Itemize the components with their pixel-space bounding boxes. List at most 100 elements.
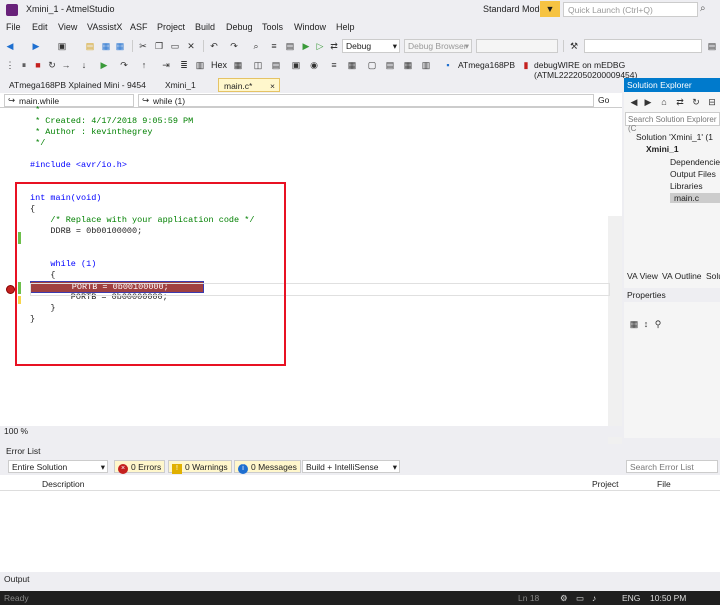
column-description[interactable]: Description [42,479,85,489]
tree-dependencies[interactable]: Dependencies [670,157,720,167]
scope-select[interactable]: ↪ main.while [4,94,134,107]
step-out-icon[interactable]: ↑ [138,59,150,71]
indent-icon[interactable]: ≡ [268,40,280,52]
paste-icon[interactable]: ▭ [169,40,181,52]
alphabetical-icon[interactable]: ↕ [640,318,652,330]
quick-launch-input[interactable]: Quick Launch (Ctrl+Q) [563,2,698,17]
debug-browser-select[interactable]: Debug Browser ▾ [404,39,472,53]
io-view-icon[interactable]: ▤ [270,59,282,71]
hex-toggle[interactable]: Hex [211,60,227,70]
start-debugging-icon[interactable]: ▶ [300,40,312,52]
comment-icon[interactable]: ▦ [402,59,414,71]
tab-va-outline[interactable]: VA Outline [662,271,702,281]
continue-icon[interactable]: ▶ [98,59,110,71]
scope-select[interactable]: Entire Solution ▾ [8,460,108,473]
menu-edit[interactable]: Edit [32,22,48,32]
build-filter-select[interactable]: Build + IntelliSense ▾ [302,460,400,473]
tree-libraries[interactable]: Libraries [670,181,703,191]
breakpoints-icon[interactable]: ◉ [308,59,320,71]
column-file[interactable]: File [657,479,671,489]
filter-icon[interactable]: ▼ [540,1,560,17]
tree-output-files[interactable]: Output Files [670,169,716,179]
tool-icon[interactable]: ▮ [520,59,532,71]
tools-icon[interactable]: ⚒ [568,40,580,52]
memory-icon[interactable]: ▦ [232,59,244,71]
uncomment-icon[interactable]: ▥ [420,59,432,71]
restart-icon[interactable]: ↻ [46,59,58,71]
find-icon[interactable]: ⌕ [250,40,262,52]
step-icon[interactable]: ⋮ [4,59,16,71]
output-tab[interactable]: Output [4,574,30,584]
property-pages-icon[interactable]: ⚲ [652,318,664,330]
tab-device-programming[interactable]: ATmega168PB Xplained Mini - 9454 [4,78,151,92]
breakpoint-icon[interactable] [6,285,15,294]
messages-filter[interactable]: i0 Messages [234,460,301,474]
target-select[interactable] [476,39,558,53]
step-into-icon[interactable]: ↓ [78,59,90,71]
menu-asf[interactable]: ASF [130,22,148,32]
tab-va-view[interactable]: VA View [627,271,658,281]
step-over-icon[interactable]: ↷ [118,59,130,71]
tab-main-c[interactable]: main.c* × [218,78,280,92]
show-next-icon[interactable]: → [60,59,72,71]
delete-icon[interactable]: ✕ [185,40,197,52]
refresh-icon[interactable]: ↻ [690,96,702,108]
tab-solution[interactable]: Solu [706,271,720,281]
collapse-icon[interactable]: ⊟ [706,96,718,108]
forward-icon[interactable]: ▶ [642,96,654,108]
zoom-level[interactable]: 100 % [4,426,28,436]
debugger-label[interactable]: debugWIRE on mEDBG (ATML2222050200009454… [534,60,720,80]
symbol-select[interactable]: ↪ while (1) [138,94,594,107]
new-project-icon[interactable]: ▣ [56,40,68,52]
attach-icon[interactable]: ⇄ [328,40,340,52]
categorized-icon[interactable]: ▦ [628,318,640,330]
menu-view[interactable]: View [58,22,77,32]
device-label[interactable]: ATmega168PB [458,60,515,70]
start-without-debugging-icon[interactable]: ▷ [314,40,326,52]
search-combo[interactable] [584,39,702,53]
column-project[interactable]: Project [592,479,618,489]
save-icon[interactable]: ▦ [100,40,112,52]
disassembly-icon[interactable]: ≣ [178,59,190,71]
break-all-icon[interactable]: ⏸ [18,59,30,71]
error-search-input[interactable]: Search Error List [626,460,718,473]
go-button[interactable]: Go [598,95,609,105]
open-icon[interactable]: ▤ [84,40,96,52]
menu-help[interactable]: Help [336,22,355,32]
build-icon[interactable]: ▤ [284,40,296,52]
home-icon[interactable]: ⌂ [658,96,670,108]
menu-file[interactable]: File [6,22,21,32]
stop-icon[interactable]: ■ [32,59,44,71]
run-to-cursor-icon[interactable]: ⇥ [160,59,172,71]
menu-tools[interactable]: Tools [262,22,283,32]
back-icon[interactable]: ◀ [4,40,16,52]
menu-project[interactable]: Project [157,22,185,32]
search-icon[interactable]: ⌕ [700,3,706,14]
processor-icon[interactable]: ▢ [366,59,378,71]
callstack-icon[interactable]: ▣ [290,59,302,71]
back-icon[interactable]: ◀ [628,96,640,108]
errors-filter[interactable]: × 0 Errors [114,460,166,474]
tree-solution[interactable]: Solution 'Xmini_1' (1 [636,132,713,142]
forward-icon[interactable]: ▶ [30,40,42,52]
solution-search-input[interactable]: Search Solution Explorer (C [625,112,720,133]
tab-xmini-1[interactable]: Xmini_1 [160,78,201,92]
tree-main-c[interactable]: main.c [670,193,720,203]
more-icon[interactable]: ▤ [706,40,718,52]
device-icon[interactable]: ▪ [442,59,454,71]
copy-icon[interactable]: ❐ [153,40,165,52]
cut-icon[interactable]: ✂ [137,40,149,52]
config-select[interactable]: Debug ▾ [342,39,400,53]
watch-icon[interactable]: ◫ [252,59,264,71]
redo-icon[interactable]: ↷ [228,40,240,52]
tree-project[interactable]: Xmini_1 [646,144,679,154]
registers-icon[interactable]: ▥ [194,59,206,71]
menu-build[interactable]: Build [195,22,215,32]
autos-icon[interactable]: ▦ [346,59,358,71]
menu-vassistx[interactable]: VAssistX [87,22,122,32]
close-icon[interactable]: × [270,81,275,91]
menu-window[interactable]: Window [294,22,326,32]
save-all-icon[interactable]: ▦ [114,40,126,52]
menu-debug[interactable]: Debug [226,22,253,32]
sync-icon[interactable]: ⇄ [674,96,686,108]
